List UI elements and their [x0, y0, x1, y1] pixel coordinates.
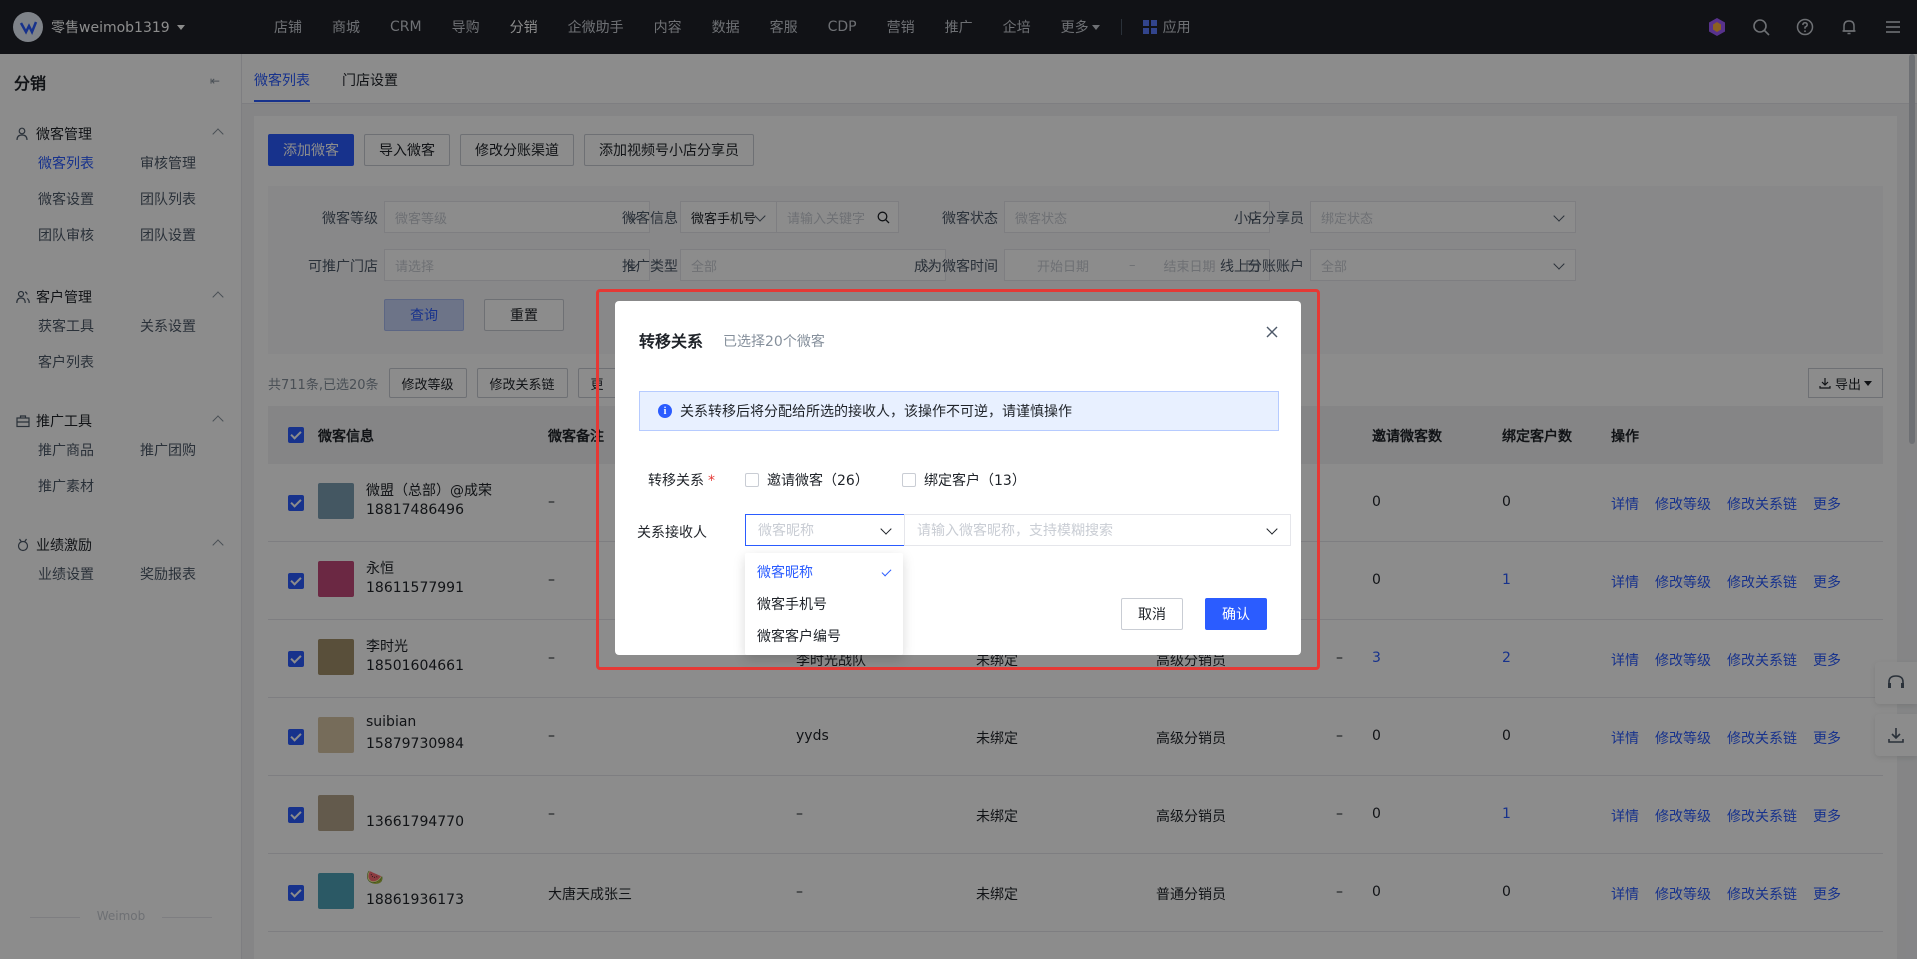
- search-type-dropdown: 微客昵称 微客手机号 微客客户编号: [745, 553, 903, 655]
- option-label: 微客昵称: [757, 565, 813, 581]
- receiver-search-type-select[interactable]: 微客昵称: [745, 514, 905, 546]
- chevron-down-icon: [1266, 523, 1278, 535]
- dropdown-option-customer-id[interactable]: 微客客户编号: [745, 621, 903, 653]
- checkbox-box: [902, 473, 916, 487]
- relation-label-text: 转移关系: [648, 473, 704, 489]
- warning-alert: i 关系转移后将分配给所选的接收人，该操作不可逆，请谨慎操作: [639, 391, 1279, 431]
- dialog-title: 转移关系: [639, 332, 704, 351]
- receiver-search-placeholder: 请输入微客昵称，支持模糊搜索: [917, 523, 1113, 539]
- required-mark: *: [708, 473, 715, 489]
- invite-weike-checkbox[interactable]: 邀请微客（26）: [745, 470, 869, 490]
- transfer-relation-dialog: 转移关系 已选择20个微客 i 关系转移后将分配给所选的接收人，该操作不可逆，请…: [615, 301, 1301, 655]
- info-icon: i: [658, 404, 672, 418]
- invite-weike-label: 邀请微客（26）: [767, 473, 869, 489]
- checkbox-box: [745, 473, 759, 487]
- dropdown-option-phone[interactable]: 微客手机号: [745, 589, 903, 621]
- confirm-button[interactable]: 确认: [1205, 598, 1267, 630]
- close-icon[interactable]: [1265, 325, 1281, 341]
- alert-text: 关系转移后将分配给所选的接收人，该操作不可逆，请谨慎操作: [680, 404, 1072, 420]
- receiver-field-label: 关系接收人: [637, 525, 707, 541]
- dialog-subtitle: 已选择20个微客: [723, 334, 825, 350]
- receiver-search-input[interactable]: 请输入微客昵称，支持模糊搜索: [904, 514, 1291, 546]
- dropdown-option-nickname[interactable]: 微客昵称: [745, 557, 903, 589]
- search-type-value: 微客昵称: [758, 523, 814, 539]
- bind-customer-label: 绑定客户（13）: [924, 473, 1026, 489]
- bind-customer-checkbox[interactable]: 绑定客户（13）: [902, 470, 1026, 490]
- chevron-down-icon: [880, 523, 892, 535]
- relation-field-label: 转移关系 *: [615, 470, 715, 490]
- cancel-button[interactable]: 取消: [1121, 598, 1183, 630]
- check-icon: [881, 566, 892, 577]
